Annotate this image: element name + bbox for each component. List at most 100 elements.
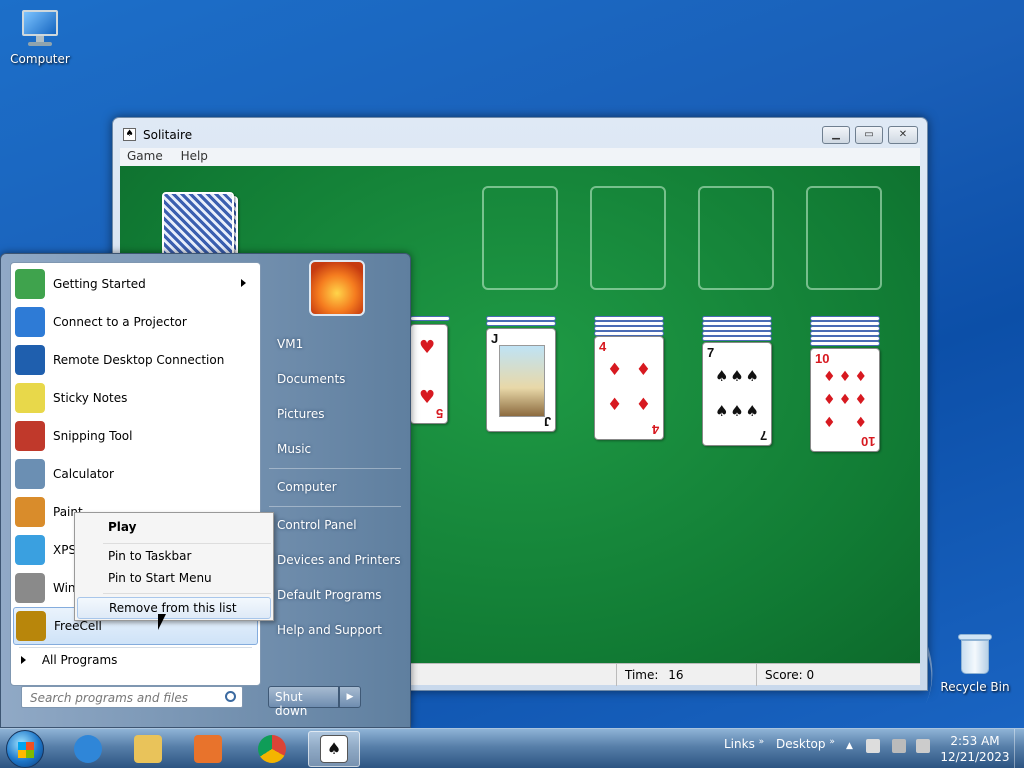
- freecell-icon: [16, 611, 46, 641]
- menu-item-pin-taskbar[interactable]: Pin to Taskbar: [77, 546, 271, 568]
- score-value: 0: [806, 668, 815, 682]
- tableau-card[interactable]: 5 ♥ ♥: [410, 324, 448, 424]
- links-toolbar[interactable]: Links »: [724, 737, 764, 751]
- foundation-slot[interactable]: [482, 186, 558, 290]
- context-menu: Play Pin to Taskbar Pin to Start Menu Re…: [74, 512, 274, 621]
- menu-item-pin-start[interactable]: Pin to Start Menu: [77, 568, 271, 590]
- tableau-card[interactable]: 4 4 ♦ ♦ ♦ ♦: [594, 336, 664, 440]
- taskbar-internet-explorer[interactable]: [62, 731, 114, 767]
- recycle-bin-icon: [958, 632, 992, 676]
- place-documents[interactable]: Documents: [277, 372, 345, 386]
- internet-explorer-icon: [74, 735, 102, 763]
- place-default-programs[interactable]: Default Programs: [277, 588, 382, 602]
- search-input[interactable]: Search programs and files: [21, 686, 243, 708]
- program-getting-started[interactable]: Getting Started: [13, 265, 258, 303]
- start-button[interactable]: [6, 730, 44, 768]
- shutdown-options-arrow-icon[interactable]: ▶: [339, 686, 361, 708]
- place-computer[interactable]: Computer: [277, 480, 337, 494]
- submenu-arrow-icon: [241, 279, 246, 287]
- all-programs-button[interactable]: All Programs: [21, 653, 117, 667]
- foundation-slot[interactable]: [590, 186, 666, 290]
- place-music[interactable]: Music: [277, 442, 311, 456]
- fax-scan-icon: [15, 573, 45, 603]
- taskbar-media-player[interactable]: [182, 731, 234, 767]
- windows-logo-icon: [18, 742, 34, 758]
- snipping-tool-icon: [15, 421, 45, 451]
- taskbar-chrome[interactable]: [246, 731, 298, 767]
- place-devices-printers[interactable]: Devices and Printers: [277, 553, 401, 567]
- paint-icon: [15, 497, 45, 527]
- getting-started-icon: [15, 269, 45, 299]
- timer: Time: 16: [616, 664, 756, 686]
- menu-game[interactable]: Game: [120, 148, 170, 164]
- place-user-folder[interactable]: VM1: [277, 337, 303, 351]
- maximize-button[interactable]: ▭: [855, 126, 883, 144]
- foundation-slot[interactable]: [698, 186, 774, 290]
- start-menu-programs-pane: Getting Started Connect to a Projector R…: [10, 262, 261, 686]
- search-icon: [225, 691, 236, 702]
- window-title: Solitaire: [143, 128, 193, 142]
- clock[interactable]: 2:53 AM 12/21/2023: [940, 733, 1010, 765]
- card-rank: 7: [759, 428, 767, 443]
- card-rank: 10: [815, 351, 830, 366]
- show-hidden-icons-button[interactable]: ▲: [846, 741, 853, 751]
- card-rank: 7: [707, 345, 715, 360]
- volume-muted-icon[interactable]: [916, 739, 930, 753]
- taskbar: ♠ Links » Desktop » ▲ 2:53 AM 12/21/2023: [0, 728, 1024, 768]
- search-placeholder: Search programs and files: [30, 691, 188, 705]
- score: Score: 0: [756, 664, 920, 686]
- desktop-toolbar[interactable]: Desktop »: [776, 737, 835, 751]
- foundation-slot[interactable]: [806, 186, 882, 290]
- divider: [269, 506, 401, 507]
- tableau-card[interactable]: J J: [486, 328, 556, 432]
- divider: [103, 593, 271, 594]
- menu-help[interactable]: Help: [174, 148, 215, 164]
- file-explorer-icon: [134, 735, 162, 763]
- clock-time: 2:53 AM: [950, 734, 1000, 748]
- taskbar-solitaire[interactable]: ♠: [308, 731, 360, 767]
- expand-arrow-icon: [21, 656, 26, 664]
- minimize-button[interactable]: ▁: [822, 126, 850, 144]
- jack-artwork: [499, 345, 545, 417]
- window-titlebar[interactable]: ♠ Solitaire ▁ ▭ ✕: [113, 118, 927, 148]
- desktop-icon-label: Recycle Bin: [940, 680, 1010, 694]
- divider: [269, 468, 401, 469]
- program-sticky-notes[interactable]: Sticky Notes: [13, 379, 258, 417]
- chrome-icon: [258, 735, 286, 763]
- tableau-facedown-edge: [702, 336, 772, 341]
- place-pictures[interactable]: Pictures: [277, 407, 325, 421]
- card-rank: 4: [599, 339, 607, 354]
- tableau-card[interactable]: 7 7 ♠ ♠ ♠ ♠ ♠ ♠: [702, 342, 772, 446]
- program-connect-projector[interactable]: Connect to a Projector: [13, 303, 258, 341]
- card-rank: J: [491, 331, 499, 346]
- card-rank: 10: [860, 434, 875, 449]
- close-button[interactable]: ✕: [888, 126, 918, 144]
- taskbar-file-explorer[interactable]: [122, 731, 174, 767]
- card-rank: 5: [435, 406, 443, 421]
- divider: [103, 543, 271, 544]
- place-control-panel[interactable]: Control Panel: [277, 518, 357, 532]
- shutdown-button[interactable]: Shut down: [268, 686, 339, 718]
- tableau-facedown-edge: [486, 321, 556, 326]
- sticky-notes-icon: [15, 383, 45, 413]
- remote-desktop-icon: [15, 345, 45, 375]
- tableau-facedown-edge: [810, 341, 880, 346]
- network-icon[interactable]: [892, 739, 906, 753]
- action-center-icon[interactable]: [866, 739, 880, 753]
- projector-icon: [15, 307, 45, 337]
- card-rank: 4: [651, 422, 659, 437]
- desktop-icon-recycle-bin[interactable]: Recycle Bin: [935, 632, 1015, 694]
- program-remote-desktop[interactable]: Remote Desktop Connection: [13, 341, 258, 379]
- start-menu: Getting Started Connect to a Projector R…: [0, 253, 411, 728]
- place-help-support[interactable]: Help and Support: [277, 623, 382, 637]
- desktop-icon-computer[interactable]: Computer: [0, 8, 80, 66]
- program-snipping-tool[interactable]: Snipping Tool: [13, 417, 258, 455]
- menu-item-play[interactable]: Play: [77, 517, 271, 539]
- menu-item-remove-from-list[interactable]: Remove from this list: [77, 597, 271, 619]
- show-desktop-button[interactable]: [1014, 729, 1024, 768]
- xps-viewer-icon: [15, 535, 45, 565]
- user-picture-icon[interactable]: [309, 260, 365, 316]
- tableau-card[interactable]: 10 10 ♦ ♦ ♦ ♦ ♦ ♦ ♦ ♦: [810, 348, 880, 452]
- card-suit: ♥: [419, 337, 436, 358]
- program-calculator[interactable]: Calculator: [13, 455, 258, 493]
